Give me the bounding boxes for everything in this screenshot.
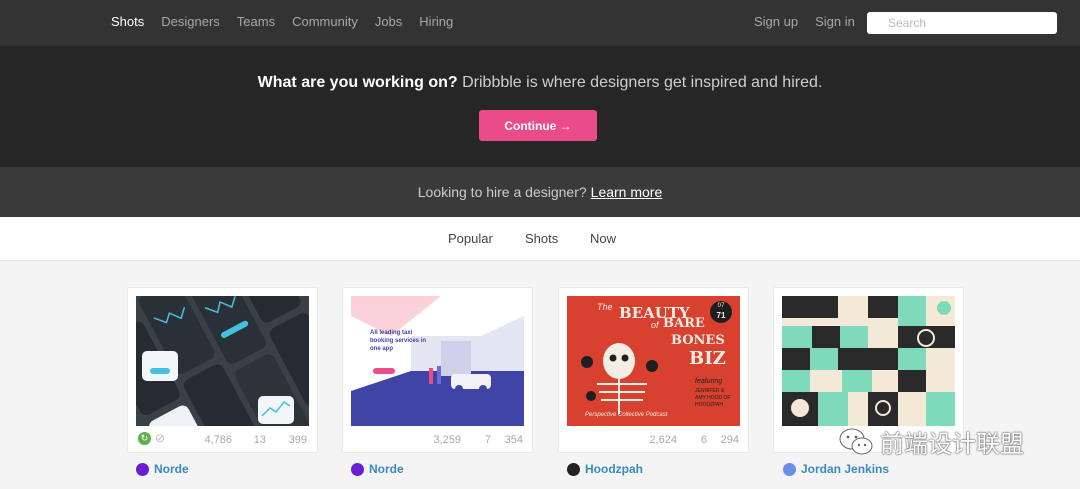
shot-art-text: The: [597, 302, 613, 312]
shot-author[interactable]: Hoodzpah: [567, 462, 643, 476]
author-name[interactable]: Hoodzpah: [585, 462, 643, 476]
continue-button[interactable]: Continue →: [479, 110, 597, 141]
shot-artwork: [351, 296, 524, 426]
watermark: 前端设计联盟: [838, 424, 1024, 459]
nav-hiring[interactable]: Hiring: [419, 14, 453, 29]
nav-jobs[interactable]: Jobs: [375, 14, 402, 29]
shot-author[interactable]: Norde: [351, 462, 404, 476]
likes-count[interactable]: 399: [279, 434, 307, 446]
shot-art-text: JENNIFER &: [695, 388, 725, 394]
shot-thumbnail[interactable]: [782, 296, 955, 426]
shot-art-text: of: [651, 320, 659, 330]
author-name[interactable]: Norde: [369, 462, 404, 476]
shot-stats: 3,259 7 354: [351, 432, 524, 448]
shot-thumbnail[interactable]: [136, 296, 309, 426]
comments-count: 13: [253, 434, 266, 446]
shot-art-text: AMY HOOD OF: [695, 395, 731, 401]
shot-art-text: 71: [716, 311, 726, 320]
hero-headline: What are you working on? Dribbble is whe…: [0, 74, 1080, 92]
filter-now[interactable]: Now: [590, 231, 616, 246]
wechat-icon: [839, 428, 873, 454]
shot-art-caption: All leading taxi booking services in one…: [370, 330, 427, 352]
shot-artwork: [782, 296, 955, 426]
likes-count[interactable]: 354: [495, 434, 523, 446]
sign-in-link[interactable]: Sign in: [815, 14, 855, 29]
top-nav: Shots Designers Teams Community Jobs Hir…: [0, 0, 1080, 46]
views-count: 2,624: [649, 434, 677, 446]
shot-art-text: featuring: [695, 378, 723, 385]
sign-up-link[interactable]: Sign up: [754, 14, 798, 29]
shot-artwork: [136, 296, 309, 426]
shot-art-text: HOODZPAH: [695, 402, 723, 408]
shot-art-text: BONES: [671, 333, 725, 348]
shot-art-text: Perspective Collective Podcast: [585, 412, 668, 418]
attachment-icon: ⊘: [155, 431, 166, 445]
nav-designers[interactable]: Designers: [161, 14, 220, 29]
likes-count[interactable]: 294: [711, 434, 739, 446]
learn-more-link[interactable]: Learn more: [591, 184, 663, 200]
shot-author[interactable]: Norde: [136, 462, 189, 476]
filter-bar: Popular Shots Now: [0, 217, 1080, 261]
shot-stats: 2,624 6 294: [567, 432, 740, 448]
hero-lead: What are you working on?: [257, 74, 458, 91]
shot-thumbnail[interactable]: The BEAUTY of BARE BONES BIZ 07 71 featu…: [567, 296, 740, 426]
filter-shots[interactable]: Shots: [525, 231, 558, 246]
nav-shots[interactable]: Shots: [111, 14, 144, 29]
filter-popular[interactable]: Popular: [448, 231, 493, 246]
shot-stats: ↻ ⊘ 4,786 13 399: [136, 431, 309, 448]
avatar: [136, 462, 149, 476]
shot-author[interactable]: Jordan Jenkins: [783, 462, 889, 476]
hero-tagline: Dribbble is where designers get inspired…: [457, 74, 823, 91]
shot-card: ↻ ⊘ 4,786 13 399: [127, 287, 318, 453]
views-count: 3,259: [433, 434, 461, 446]
hire-banner: Looking to hire a designer? Learn more: [0, 167, 1080, 217]
views-count: 4,786: [204, 434, 232, 446]
shot-thumbnail[interactable]: All leading taxi booking services in one…: [351, 296, 524, 426]
primary-nav: Shots Designers Teams Community Jobs Hir…: [111, 14, 470, 29]
avatar: [567, 462, 580, 476]
nav-teams[interactable]: Teams: [237, 14, 275, 29]
hero-banner: What are you working on? Dribbble is whe…: [0, 46, 1080, 167]
shot-card: The BEAUTY of BARE BONES BIZ 07 71 featu…: [558, 287, 749, 453]
shot-card: All leading taxi booking services in one…: [342, 287, 533, 453]
watermark-text: 前端设计联盟: [880, 430, 1024, 458]
search-input[interactable]: [867, 12, 1057, 34]
author-name[interactable]: Norde: [154, 462, 189, 476]
comments-count: 7: [484, 434, 491, 446]
author-name[interactable]: Jordan Jenkins: [801, 462, 889, 476]
shot-art-text: BARE: [663, 316, 705, 331]
comments-count: 6: [700, 434, 707, 446]
shot-art-text: BIZ: [689, 348, 726, 369]
hire-text: Looking to hire a designer?: [417, 184, 587, 200]
rebound-icon: ↻: [138, 432, 151, 445]
nav-community[interactable]: Community: [292, 14, 358, 29]
avatar: [351, 462, 364, 476]
avatar: [783, 462, 796, 476]
account-nav: Sign up Sign in: [754, 14, 872, 29]
shot-art-text: 07: [717, 303, 725, 309]
